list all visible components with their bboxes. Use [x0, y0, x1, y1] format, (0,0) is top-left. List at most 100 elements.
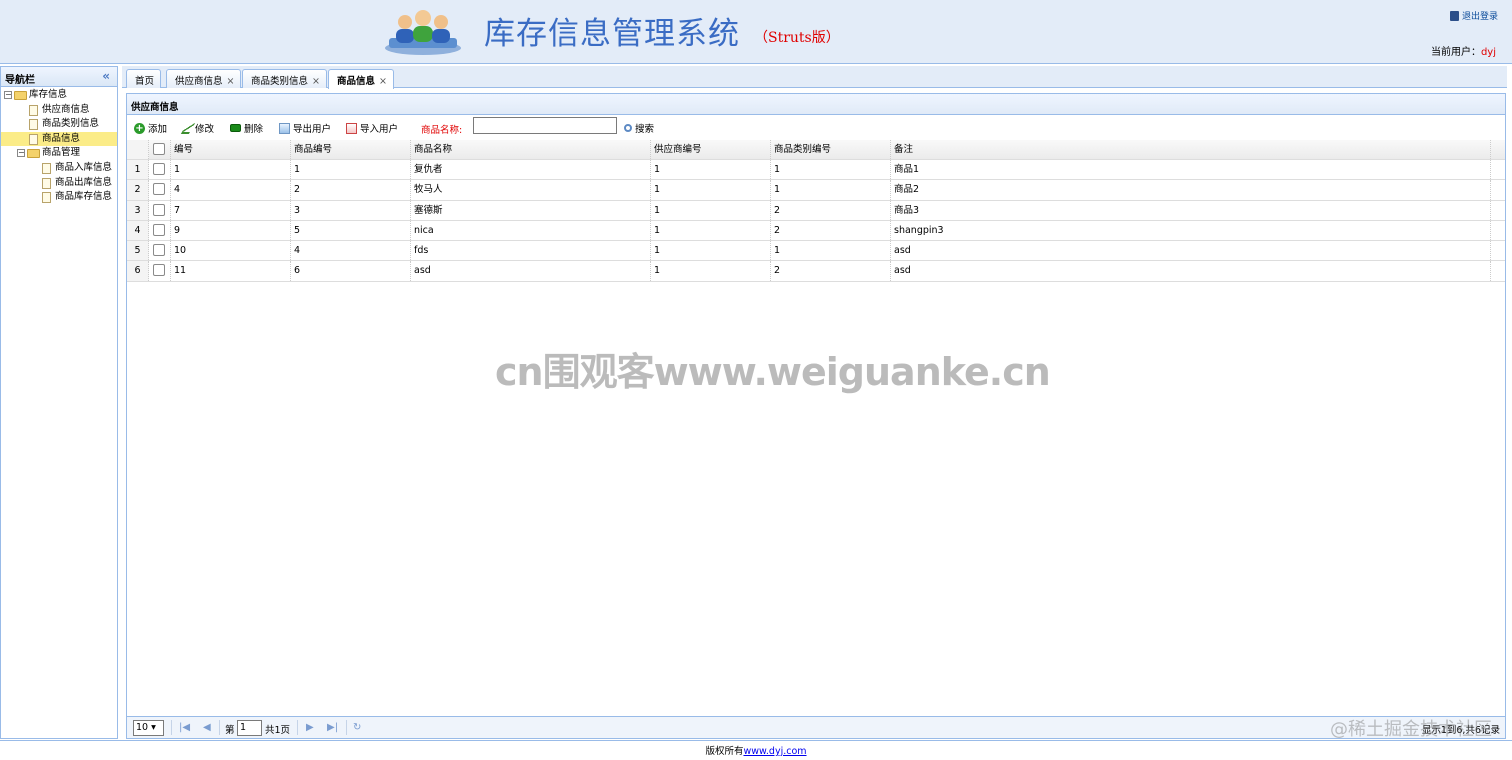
tab-category[interactable]: 商品类别信息 ×	[242, 69, 327, 88]
add-button[interactable]: + 添加	[134, 121, 167, 135]
page-total: 共1页	[265, 725, 291, 736]
table-cell: nica	[411, 220, 651, 241]
table-row[interactable]: 3 7 3 塞德斯 1 2 商品3	[127, 200, 1505, 221]
col-header-id[interactable]: 编号	[171, 140, 291, 159]
table-cell: fds	[411, 241, 651, 261]
close-icon[interactable]: ×	[227, 76, 235, 87]
file-icon	[42, 162, 51, 174]
logout-link[interactable]: 退出登录	[1449, 9, 1498, 22]
table-cell: 2	[771, 200, 891, 220]
row-checkbox[interactable]	[153, 203, 165, 216]
page-number-input[interactable]: 1	[237, 720, 262, 736]
table-cell: asd	[411, 261, 651, 281]
pager-separator	[219, 720, 220, 735]
import-button[interactable]: 导入用户	[346, 121, 398, 135]
tree-collapse-icon[interactable]: −	[17, 149, 25, 158]
col-header-product-code[interactable]: 商品编号	[291, 140, 411, 159]
edit-button[interactable]: 修改	[180, 121, 214, 135]
select-all-checkbox[interactable]	[153, 143, 165, 155]
export-button[interactable]: 导出用户	[279, 121, 331, 135]
table-cell: 1	[771, 241, 891, 261]
tree-group-product-management[interactable]: − 商品管理	[1, 146, 117, 161]
watermark-center: cn围观客www.weiguanke.cn	[495, 350, 1051, 394]
logout-label: 退出登录	[1461, 12, 1498, 22]
table-row[interactable]: 2 4 2 牧马人 1 1 商品2	[127, 180, 1505, 201]
table-cell: 商品2	[891, 180, 1491, 200]
watermark-corner: @稀土掘金技术社区	[1330, 719, 1492, 740]
tree-item-label: 商品库存信息	[55, 191, 113, 203]
current-user-name: dyj	[1480, 47, 1496, 58]
row-number: 2	[127, 180, 149, 200]
tree-item-stock-in[interactable]: 商品入库信息	[1, 161, 117, 176]
tab-label: 商品类别信息	[251, 76, 309, 87]
row-checkbox[interactable]	[153, 163, 165, 175]
tab-home[interactable]: 首页	[126, 69, 162, 88]
table-cell: 7	[171, 200, 291, 220]
data-grid: 编号 商品编号 商品名称 供应商编号 商品类别编号 备注 1 1 1 复仇者 1 1 商品1…	[127, 140, 1505, 282]
tree-item-product[interactable]: 商品信息	[1, 131, 117, 147]
delete-button[interactable]: 删除	[230, 121, 263, 135]
row-checkbox-cell[interactable]	[149, 261, 171, 281]
row-checkbox[interactable]	[153, 223, 165, 236]
search-button[interactable]: 搜索	[624, 121, 654, 135]
close-icon[interactable]: ×	[379, 76, 387, 87]
refresh-icon[interactable]: ↻	[353, 722, 361, 733]
table-cell: 9	[171, 220, 291, 241]
delete-icon	[230, 124, 241, 132]
row-number: 5	[127, 241, 149, 261]
table-row[interactable]: 1 1 1 复仇者 1 1 商品1	[127, 160, 1505, 181]
tree-item-label: 商品类别信息	[42, 118, 100, 130]
select-all-cell[interactable]	[149, 140, 171, 159]
col-header-category-code[interactable]: 商品类别编号	[771, 140, 891, 159]
col-header-product-name[interactable]: 商品名称	[411, 140, 651, 159]
row-checkbox-cell[interactable]	[149, 200, 171, 220]
current-user: 当前用户：dyj	[1431, 43, 1496, 58]
table-cell: 商品3	[891, 200, 1491, 220]
panel-title: 供应商信息	[127, 94, 1505, 115]
tree-item-stock[interactable]: 商品库存信息	[1, 190, 117, 205]
col-header-supplier-code[interactable]: 供应商编号	[651, 140, 771, 159]
col-header-remark[interactable]: 备注	[891, 140, 1491, 159]
table-row[interactable]: 5 10 4 fds 1 1 asd	[127, 241, 1505, 262]
row-checkbox[interactable]	[153, 244, 165, 257]
next-page-icon[interactable]: ▶	[306, 722, 314, 733]
tab-product[interactable]: 商品信息 ×	[328, 69, 394, 89]
row-checkbox[interactable]	[153, 264, 165, 277]
tab-label: 首页	[135, 76, 155, 87]
table-cell: 1	[771, 180, 891, 200]
tree-item-category[interactable]: 商品类别信息	[1, 117, 117, 132]
row-checkbox-cell[interactable]	[149, 220, 171, 241]
row-checkbox-cell[interactable]	[149, 160, 171, 180]
table-cell: 6	[291, 261, 411, 281]
tree-item-supplier[interactable]: 供应商信息	[1, 103, 117, 118]
table-cell: asd	[891, 261, 1491, 281]
footer-link[interactable]: www.dyj.com	[743, 746, 806, 757]
table-row[interactable]: 6 11 6 asd 1 2 asd	[127, 261, 1505, 282]
product-name-input[interactable]	[473, 117, 617, 134]
tree-item-stock-out[interactable]: 商品出库信息	[1, 176, 117, 191]
tree-item-label: 商品入库信息	[55, 161, 113, 173]
row-checkbox[interactable]	[153, 183, 165, 196]
row-checkbox-cell[interactable]	[149, 180, 171, 200]
table-cell: shangpin3	[891, 220, 1491, 241]
tab-supplier[interactable]: 供应商信息 ×	[166, 69, 242, 88]
prev-page-icon[interactable]: ◀	[203, 722, 211, 733]
row-checkbox-cell[interactable]	[149, 241, 171, 261]
tree-collapse-icon[interactable]: −	[4, 91, 12, 99]
users-logo-icon	[385, 10, 461, 55]
table-row[interactable]: 4 9 5 nica 1 2 shangpin3	[127, 220, 1505, 242]
table-cell: 1	[291, 160, 411, 180]
tree-group-inventory[interactable]: − 库存信息	[1, 88, 117, 103]
table-cell: 1	[651, 160, 771, 180]
table-cell: 10	[171, 241, 291, 261]
collapse-left-icon[interactable]: «	[102, 69, 110, 83]
last-page-icon[interactable]: ▶|	[327, 722, 338, 733]
page-size-select[interactable]: 10 ▾	[133, 720, 164, 736]
table-cell: 1	[651, 241, 771, 261]
table-cell: 复仇者	[411, 160, 651, 180]
table-cell: 2	[291, 180, 411, 200]
content-panel: 供应商信息 + 添加 修改 删除 导出用户 导入用户 商品名称: 搜索 编号 商…	[126, 93, 1506, 739]
first-page-icon[interactable]: |◀	[179, 722, 190, 733]
folder-open-icon	[14, 91, 27, 100]
close-icon[interactable]: ×	[312, 76, 320, 87]
